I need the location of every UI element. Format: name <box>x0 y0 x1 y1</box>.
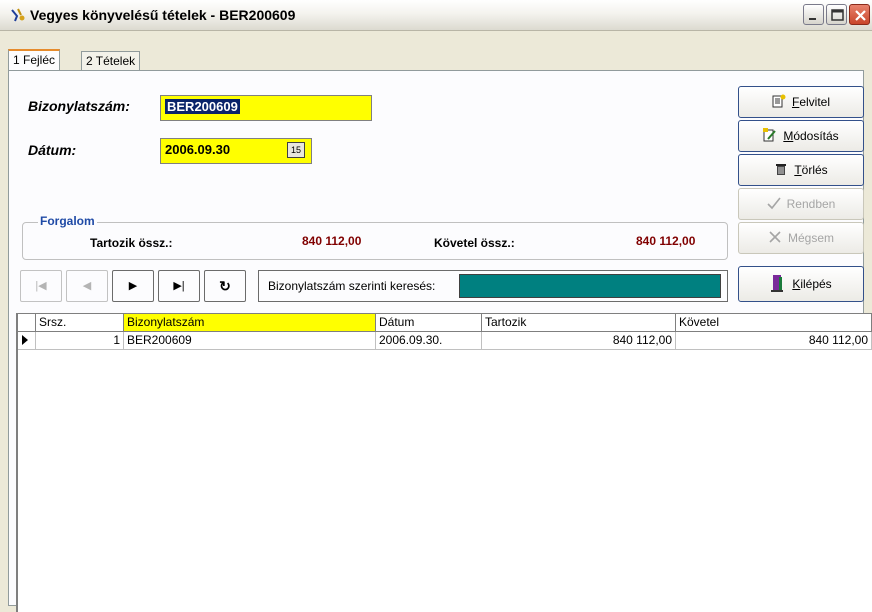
debit-total-value: 840 112,00 <box>302 234 362 248</box>
exit-button-label: ilépés <box>800 277 832 291</box>
refresh-icon: ↻ <box>219 278 231 294</box>
delete-button-accel: T <box>794 163 802 177</box>
edit-record-icon <box>763 128 777 142</box>
date-value: 2006.09.30 <box>165 142 231 157</box>
debit-total-label: Tartozik össz.: <box>90 236 173 250</box>
refresh-button[interactable]: ↻ <box>204 270 246 302</box>
tab-fejlec-label: 1 Fejléc <box>13 53 56 67</box>
ok-button-label: Rendben <box>786 197 836 211</box>
maximize-icon <box>831 9 844 21</box>
delete-button-label: örlés <box>801 163 828 177</box>
add-record-icon <box>772 94 786 108</box>
doc-number-value: BER200609 <box>165 99 240 114</box>
tab-tetelek-label: 2 Tételek <box>86 54 136 68</box>
first-record-icon: |◀ <box>35 280 47 292</box>
prev-record-icon: ◀ <box>82 280 92 292</box>
nav-first-button[interactable]: |◀ <box>20 270 62 302</box>
records-table[interactable]: Srsz. Bizonylatszám Dátum Tartozik Követ… <box>16 313 872 612</box>
column-header-kovetel[interactable]: Követel <box>676 314 872 332</box>
trash-icon <box>776 164 787 175</box>
nav-next-button[interactable]: ▶ <box>112 270 154 302</box>
column-header-bizonylatszam[interactable]: Bizonylatszám <box>124 314 376 332</box>
main-window: Vegyes könyvelésű tételek - BER200609 1 … <box>0 0 872 612</box>
cell-srsz: 1 <box>36 332 124 350</box>
tab-tetelek[interactable]: 2 Tételek <box>81 51 141 71</box>
cell-tartozik: 840 112,00 <box>482 332 676 350</box>
close-button[interactable] <box>849 4 870 25</box>
modify-button-accel: M <box>783 129 794 143</box>
cell-bizonylatszam: BER200609 <box>124 332 376 350</box>
ok-button[interactable]: Rendben <box>738 188 864 220</box>
cell-datum: 2006.09.30. <box>376 332 482 350</box>
close-icon <box>855 10 866 21</box>
check-icon <box>767 197 781 210</box>
doc-number-input[interactable]: BER200609 <box>160 95 372 121</box>
doc-number-label: Bizonylatszám: <box>28 98 130 114</box>
last-record-icon: ▶| <box>173 280 185 292</box>
column-header-tartozik[interactable]: Tartozik <box>482 314 676 332</box>
window-title: Vegyes könyvelésű tételek - BER200609 <box>30 7 296 23</box>
search-label: Bizonylatszám szerinti keresés: <box>268 279 436 293</box>
delete-button[interactable]: Törlés <box>738 154 864 186</box>
modify-button[interactable]: Módosítás <box>738 120 864 152</box>
title-bar[interactable]: Vegyes könyvelésű tételek - BER200609 <box>0 0 872 31</box>
exit-button[interactable]: Kilépés <box>738 266 864 302</box>
next-record-icon: ▶ <box>128 280 138 292</box>
row-indicator-header <box>18 314 36 332</box>
cancel-button-label: Mégsem <box>787 231 834 245</box>
minimize-button[interactable] <box>803 4 824 25</box>
search-input[interactable] <box>459 274 721 298</box>
credit-total-label: Követel össz.: <box>434 236 515 250</box>
cancel-icon <box>769 231 781 243</box>
exit-door-icon <box>771 275 784 292</box>
column-header-datum[interactable]: Dátum <box>376 314 482 332</box>
turnover-group-title: Forgalom <box>38 214 97 228</box>
cell-kovetel: 840 112,00 <box>676 332 872 350</box>
tab-fejlec[interactable]: 1 Fejléc <box>8 49 61 71</box>
add-button[interactable]: Felvitel <box>738 86 864 118</box>
date-label: Dátum: <box>28 142 77 158</box>
row-indicator <box>18 332 36 350</box>
column-header-srsz[interactable]: Srsz. <box>36 314 124 332</box>
app-icon <box>11 8 25 22</box>
nav-prev-button[interactable]: ◀ <box>66 270 108 302</box>
maximize-button[interactable] <box>826 4 847 25</box>
add-button-label: elvitel <box>799 95 831 109</box>
cancel-button[interactable]: Mégsem <box>738 222 864 254</box>
minimize-icon <box>809 18 816 20</box>
modify-button-label: ódosítás <box>793 129 839 143</box>
nav-last-button[interactable]: ▶| <box>158 270 200 302</box>
calendar-icon[interactable]: 15 <box>287 142 305 158</box>
current-row-icon <box>22 335 28 345</box>
credit-total-value: 840 112,00 <box>636 234 696 248</box>
